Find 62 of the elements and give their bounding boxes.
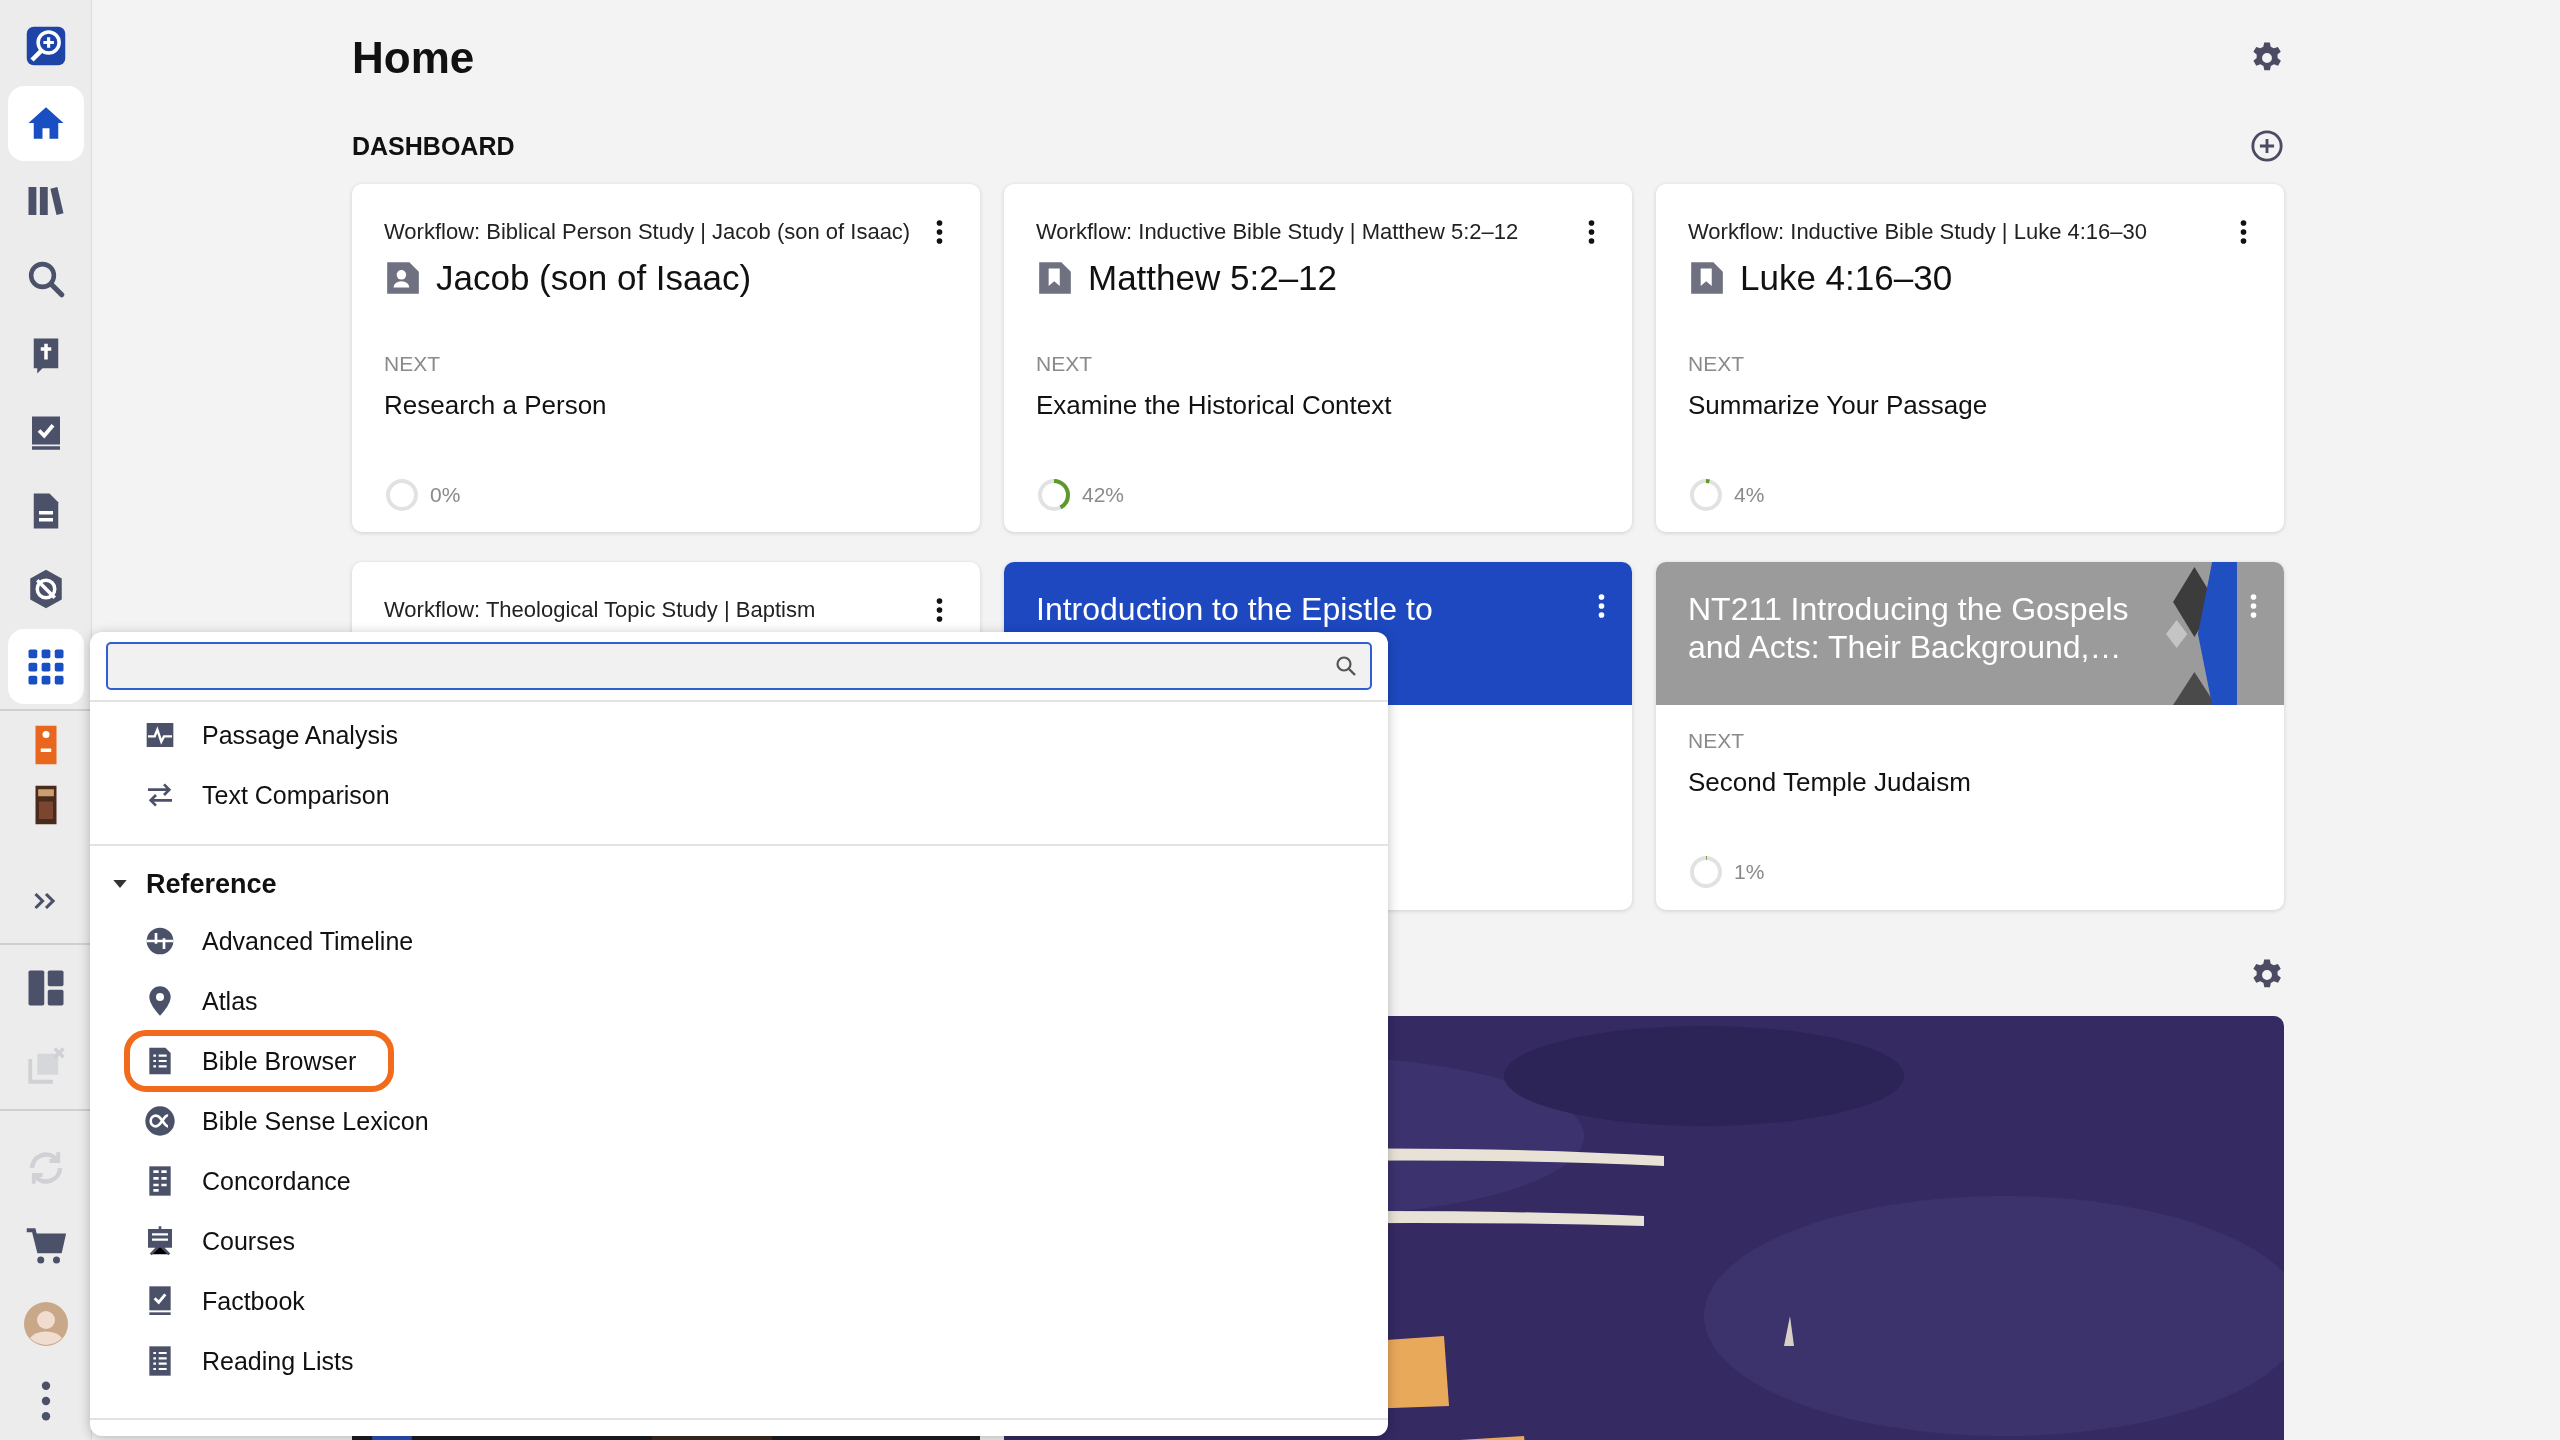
next-label: NEXT [1688,729,1745,753]
dashboard-card[interactable]: Workflow: Inductive Bible Study | Luke 4:16–30 Luke 4:16–30 NEXT Summarize Your Passage 4% [1656,184,2284,532]
progress-percent: 0% [430,483,461,507]
search-field[interactable] [106,642,1372,690]
menu-item[interactable]: Bible Sense Lexicon [94,1090,451,1152]
card-title: Matthew 5:2–12 [1088,258,1338,298]
section-header[interactable]: Reference [90,856,299,912]
section-title: DASHBOARD [352,131,515,161]
menu-item[interactable]: Bible Browser [124,1030,395,1092]
more-icon [2249,592,2258,620]
more-icon [2239,218,2248,246]
bookmark-tag-icon [1688,259,1726,297]
next-label: NEXT [1036,352,1093,376]
next-label: NEXT [1688,352,1745,376]
avatar-icon [21,1299,70,1348]
next-label: NEXT [384,352,441,376]
add-icon [2250,129,2284,163]
person-badge-icon [384,259,422,297]
progress-ring [384,477,420,513]
sidebar-button[interactable] [7,628,84,705]
progress-percent: 4% [1734,483,1765,507]
dashboard-card[interactable]: Workflow: Inductive Bible Study | Matthew 5:2–12 Matthew 5:2–12 NEXT Examine the Historical Context 42% [1004,184,1632,532]
progress-percent: 42% [1082,483,1125,507]
more-icon [1587,218,1596,246]
dashboard-card[interactable]: Workflow: Biblical Person Study | Jacob (son of Isaac) Jacob (son of Isaac) NEXT Research a Person 0% [352,184,980,532]
menu-item[interactable]: Reading Lists [94,1330,376,1392]
menu-item[interactable]: Passage Analysis [94,704,420,766]
menu-item[interactable]: Concordance [94,1150,373,1212]
menu-item[interactable]: Text Comparison [94,764,412,826]
workflow-label: Workflow: Theological Topic Study | Baptism [384,597,816,623]
add-button[interactable] [2250,129,2284,163]
progress-ring [1688,477,1724,513]
dashboard-card[interactable]: NT211 Introducing the Gospels and Acts: Their Background,… NEXT Second Temple Judaism 1% [1656,562,2284,910]
next-step: Examine the Historical Context [1036,390,1600,421]
course-title: NT211 Introducing the Gospels and Acts: Their Background,… [1688,590,2130,667]
next-step: Second Temple Judaism [1688,767,2252,798]
menu-item[interactable]: Advanced Timeline [94,910,436,972]
sidebar-button[interactable] [7,85,84,162]
card-title: Luke 4:16–30 [1740,258,1953,298]
more-icon [39,1380,52,1423]
more-icon [1597,592,1606,620]
progress-percent: 1% [1734,860,1765,884]
menu-item[interactable]: Courses [94,1210,318,1272]
workflow-label: Workflow: Inductive Bible Study | Matthew 5:2–12 [1036,219,1519,245]
more-icon [935,218,944,246]
course-title: Introduction to the Epistle to [1036,590,1434,629]
menu-item[interactable]: Factbook [94,1270,327,1332]
workflow-label: Workflow: Inductive Bible Study | Luke 4:16–30 [1688,219,2147,245]
lexicon-icon [144,1105,176,1137]
page-title: Home [352,33,475,83]
search-icon [1334,654,1358,678]
bookmark-tag-icon [1036,259,1074,297]
next-step: Summarize Your Passage [1688,390,2252,421]
timeline-icon [144,925,176,957]
more-icon [935,596,944,624]
card-title: Jacob (son of Isaac) [436,258,752,298]
progress-ring [1036,477,1072,513]
app-logo-icon [24,24,67,67]
next-step: Research a Person [384,390,948,421]
workflow-label: Workflow: Biblical Person Study | Jacob (son of Isaac) [384,219,911,245]
menu-item[interactable]: Atlas [94,970,280,1032]
progress-ring [1688,854,1724,890]
